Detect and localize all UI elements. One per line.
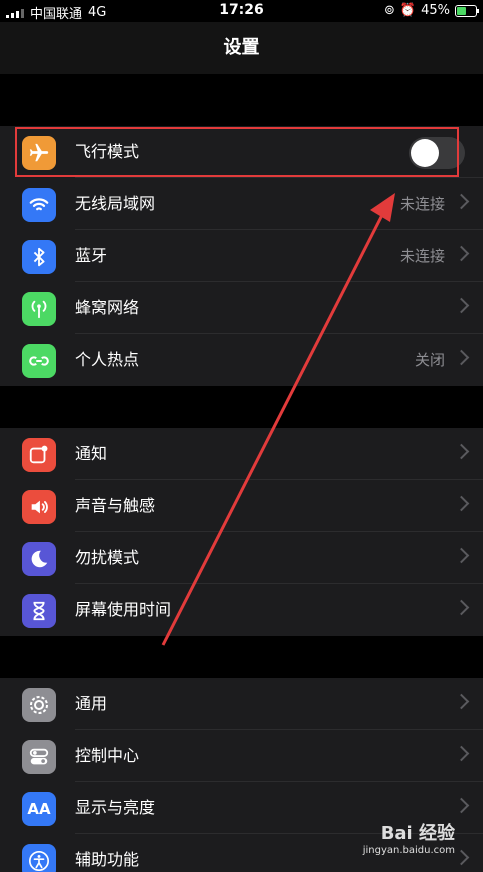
setting-control-center[interactable]: 控制中心 bbox=[0, 730, 483, 782]
setting-value: 未连接 bbox=[399, 247, 445, 265]
gear-icon bbox=[22, 688, 56, 722]
setting-screen-time[interactable]: 屏幕使用时间 bbox=[0, 584, 483, 636]
chevron-right-icon bbox=[453, 193, 470, 210]
status-bar: 中国联通 4G 17:26 ⊚ ⏰ 45% bbox=[0, 0, 483, 22]
display-icon: AA bbox=[22, 792, 56, 826]
setting-label: 通知 bbox=[75, 444, 108, 463]
settings-group-connectivity: 飞行模式 无线局域网 未连接 蓝牙 未连接 蜂窝网络 个人热点 关闭 bbox=[0, 126, 483, 386]
setting-sounds[interactable]: 声音与触感 bbox=[0, 480, 483, 532]
setting-general[interactable]: 通用 bbox=[0, 678, 483, 730]
chevron-right-icon bbox=[453, 349, 470, 366]
page-title: 设置 bbox=[223, 37, 260, 58]
chevron-right-icon bbox=[453, 693, 470, 710]
bluetooth-icon bbox=[22, 240, 56, 274]
airplane-mode-toggle[interactable] bbox=[409, 137, 465, 169]
battery-icon bbox=[455, 4, 479, 17]
nav-bar: 设置 bbox=[0, 22, 483, 74]
setting-label: 屏幕使用时间 bbox=[75, 600, 172, 619]
setting-label: 通用 bbox=[75, 694, 108, 713]
setting-value: 关闭 bbox=[414, 351, 445, 369]
setting-personal-hotspot[interactable]: 个人热点 关闭 bbox=[0, 334, 483, 386]
chevron-right-icon bbox=[453, 599, 470, 616]
moon-icon bbox=[22, 542, 56, 576]
setting-do-not-disturb[interactable]: 勿扰模式 bbox=[0, 532, 483, 584]
sound-icon bbox=[22, 490, 56, 524]
hourglass-icon bbox=[22, 594, 56, 628]
setting-wifi[interactable]: 无线局域网 未连接 bbox=[0, 178, 483, 230]
alarm-icon: ⏰ bbox=[399, 3, 417, 18]
setting-label: 勿扰模式 bbox=[75, 548, 140, 567]
settings-group-notifications: 通知 声音与触感 勿扰模式 屏幕使用时间 bbox=[0, 428, 483, 636]
watermark-url: jingyan.baidu.com bbox=[362, 845, 455, 856]
cellular-icon bbox=[22, 292, 56, 326]
setting-label: 显示与亮度 bbox=[75, 798, 156, 817]
chevron-right-icon bbox=[453, 495, 470, 512]
battery-percent: 45% bbox=[421, 3, 450, 18]
chevron-right-icon bbox=[453, 443, 470, 460]
setting-label: 蜂窝网络 bbox=[75, 298, 140, 317]
chevron-right-icon bbox=[453, 547, 470, 564]
setting-cellular[interactable]: 蜂窝网络 bbox=[0, 282, 483, 334]
wifi-icon bbox=[22, 188, 56, 222]
rotation-lock-icon: ⊚ bbox=[384, 3, 395, 18]
setting-label: 个人热点 bbox=[75, 350, 140, 369]
setting-label: 无线局域网 bbox=[75, 194, 156, 213]
watermark-brand: Bai 经验 bbox=[380, 823, 455, 844]
chevron-right-icon bbox=[453, 849, 470, 866]
setting-notifications[interactable]: 通知 bbox=[0, 428, 483, 480]
setting-label: 飞行模式 bbox=[75, 142, 140, 161]
setting-bluetooth[interactable]: 蓝牙 未连接 bbox=[0, 230, 483, 282]
notifications-icon bbox=[22, 438, 56, 472]
chevron-right-icon bbox=[453, 797, 470, 814]
setting-value: 未连接 bbox=[399, 195, 445, 213]
hotspot-icon bbox=[22, 344, 56, 378]
chevron-right-icon bbox=[453, 245, 470, 262]
setting-label: 辅助功能 bbox=[75, 850, 140, 869]
accessibility-icon bbox=[22, 844, 56, 872]
setting-label: 声音与触感 bbox=[75, 496, 156, 515]
chevron-right-icon bbox=[453, 745, 470, 762]
chevron-right-icon bbox=[453, 297, 470, 314]
setting-label: 控制中心 bbox=[75, 746, 140, 765]
setting-airplane-mode[interactable]: 飞行模式 bbox=[0, 126, 483, 178]
setting-label: 蓝牙 bbox=[75, 246, 108, 265]
control-center-icon bbox=[22, 740, 56, 774]
airplane-icon bbox=[22, 136, 56, 170]
baidu-watermark: Bai 经验 jingyan.baidu.com bbox=[363, 819, 455, 856]
